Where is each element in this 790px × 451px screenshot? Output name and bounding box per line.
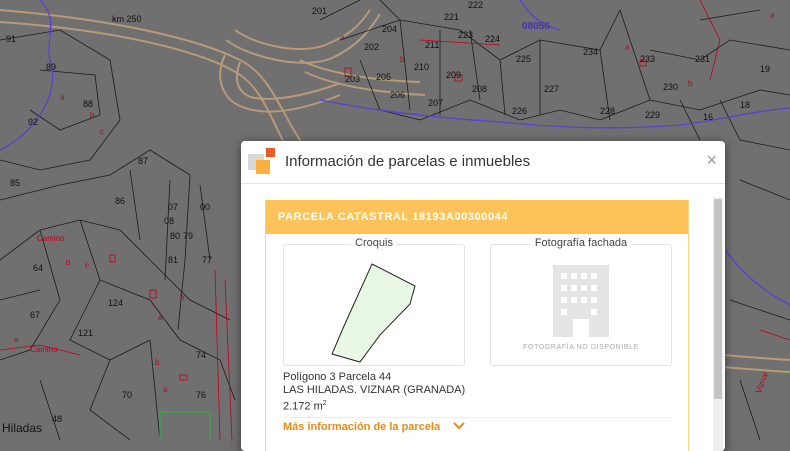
map-label-red: b (90, 111, 95, 120)
map-label: 00 (200, 202, 210, 212)
facade-photo-label: Fotografía fachada (530, 237, 632, 249)
map-label-road: Camino (30, 345, 58, 354)
map-label: 221 (444, 12, 459, 22)
map-label: 209 (446, 70, 461, 80)
map-label: 91 (6, 34, 16, 44)
map-label: 224 (485, 34, 500, 44)
map-label: 229 (645, 110, 660, 120)
map-label: 64 (33, 263, 43, 273)
map-label: 205 (376, 72, 391, 82)
map-label: 234 (583, 47, 598, 57)
map-label: 223 (458, 30, 473, 40)
map-label: 81 (168, 255, 178, 265)
map-label: 230 (663, 82, 678, 92)
map-label: 227 (544, 84, 559, 94)
map-label: 48 (52, 414, 62, 424)
map-label: 16 (703, 112, 713, 122)
map-label-code: 08056 (522, 21, 550, 32)
map-label-red: b (400, 55, 405, 64)
map-label: 124 (108, 298, 123, 308)
map-label: 87 (138, 156, 148, 166)
map-label-red: a (158, 313, 163, 322)
parcel-info: Polígono 3 Parcela 44 LAS HILADAS. VIZNA… (283, 371, 465, 414)
divider (283, 417, 671, 418)
map-label: 08 (164, 216, 174, 226)
map-label: 70 (122, 390, 132, 400)
map-label: 204 (382, 24, 397, 34)
map-label: 202 (364, 42, 379, 52)
map-label-red: c (100, 127, 104, 136)
map-label-red: b (155, 358, 160, 367)
parcel-reference: PARCELA CATASTRAL 18193A00300044 (278, 211, 509, 223)
dialog-scrollbar[interactable] (713, 197, 723, 451)
map-label: 79 (183, 231, 193, 241)
map-label: 77 (202, 255, 212, 265)
parcel-sketch (331, 263, 416, 363)
map-label: 208 (472, 84, 487, 94)
map-label-road: Camino (37, 234, 65, 243)
facade-photo-card[interactable]: Fotografía fachada FOTOGRAFÍA NO DISPONI… (490, 237, 672, 366)
parcel-location: LAS HILADAS. VIZNAR (GRANADA) (283, 384, 466, 396)
parcel-polygon: Polígono 3 Parcela 44 (283, 371, 392, 383)
map-label-red: b (180, 293, 185, 302)
scrollbar-thumb[interactable] (714, 199, 722, 399)
chevron-down-icon (453, 422, 465, 430)
map-label: 85 (10, 178, 20, 188)
map-label: 211 (425, 40, 439, 50)
map-label-red: b (66, 258, 71, 267)
map-label: 121 (78, 328, 93, 338)
map-label-red: a (60, 93, 65, 102)
map-label: 89 (46, 62, 56, 72)
map-label: 207 (428, 98, 443, 108)
map-label: 18 (740, 100, 750, 110)
map-label: 19 (760, 64, 770, 74)
map-label: 210 (414, 62, 429, 72)
map-label-red: a (770, 11, 775, 20)
map-label-red: a (163, 385, 168, 394)
photo-unavailable-caption: FOTOGRAFÍA NO DISPONIBLE (523, 344, 639, 351)
map-label-red: a (340, 33, 345, 42)
map-label: 228 (600, 106, 615, 116)
dialog-header: Información de parcelas e inmuebles × (241, 141, 725, 184)
catastro-logo-icon (248, 148, 275, 174)
map-label: 203 (345, 74, 360, 84)
map-label-red: b (688, 79, 693, 88)
map-label-place: Hiladas (2, 421, 42, 435)
parcel-area: 2.172 m2 (283, 400, 327, 413)
parcel-panel: PARCELA CATASTRAL 18193A00300044 Croquis… (265, 200, 689, 451)
map-label: 80 (170, 231, 180, 241)
dialog-title: Información de parcelas e inmuebles (285, 153, 531, 170)
map-label: 206 (390, 90, 405, 100)
croquis-card[interactable]: Croquis (283, 237, 465, 366)
building-icon (553, 265, 609, 337)
map-label: 88 (83, 99, 93, 109)
map-label: 222 (468, 0, 483, 10)
map-label: 92 (28, 117, 38, 127)
map-label: 226 (512, 106, 527, 116)
map-label: 231 (695, 54, 710, 64)
parcel-panel-header: PARCELA CATASTRAL 18193A00300044 (266, 200, 688, 234)
map-label: 86 (115, 196, 125, 206)
map-label-red: c (85, 261, 89, 270)
map-label: 76 (196, 390, 206, 400)
map-label-red: a (14, 335, 19, 344)
map-label-km: km 250 (112, 14, 142, 24)
map-label: 225 (516, 54, 531, 64)
close-icon[interactable]: × (706, 151, 717, 169)
parcel-info-dialog: Información de parcelas e inmuebles × PA… (241, 141, 725, 451)
map-label: 201 (312, 6, 327, 16)
map-label: 233 (640, 54, 655, 64)
map-label: 74 (196, 350, 206, 360)
map-label: 67 (30, 310, 40, 320)
map-label: 07 (168, 202, 178, 212)
map-label-red: a (625, 43, 630, 52)
more-info-link[interactable]: Más información de la parcela (283, 421, 465, 433)
